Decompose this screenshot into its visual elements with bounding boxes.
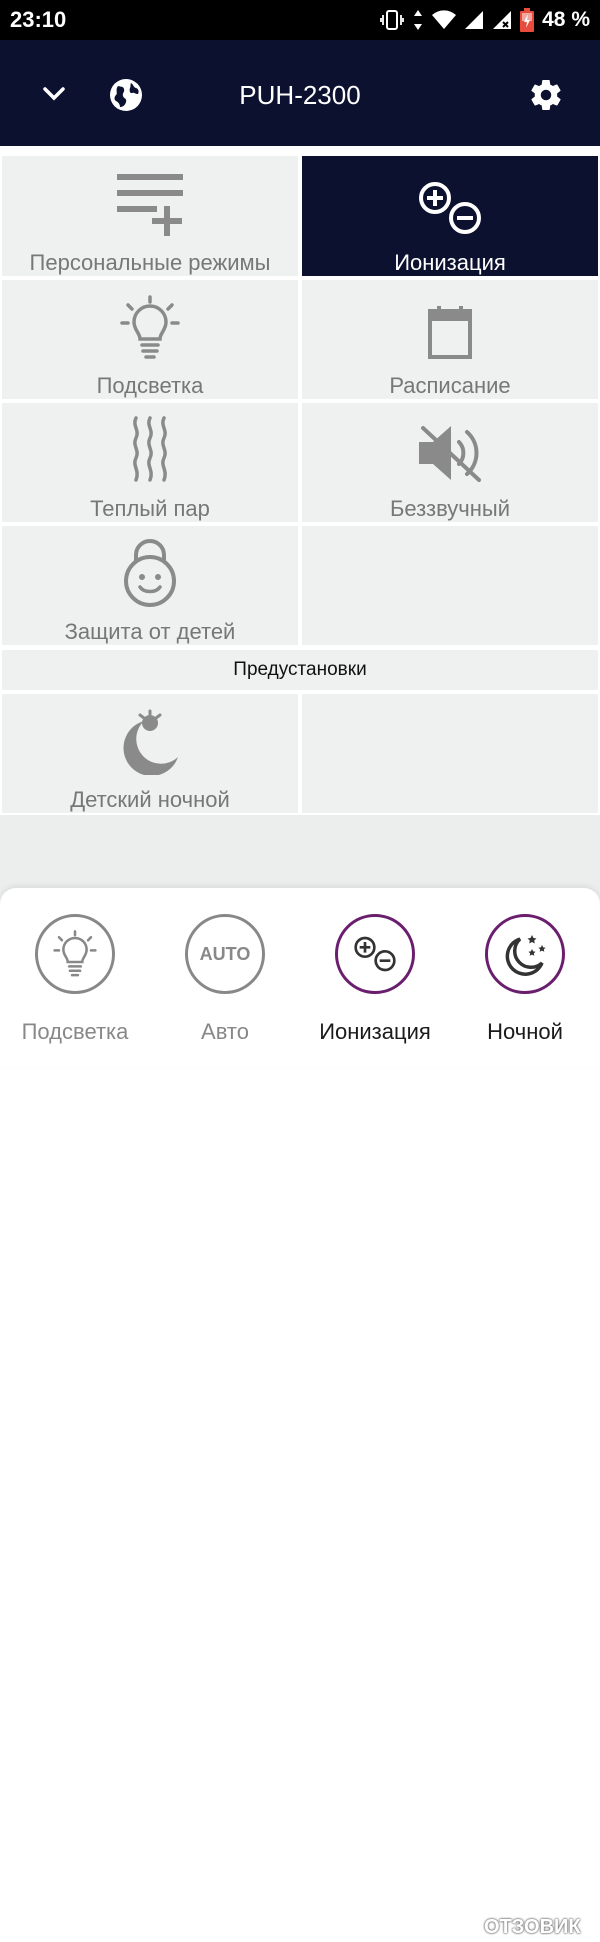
signal-icon: [465, 11, 484, 29]
tile-schedule[interactable]: Расписание: [302, 280, 598, 399]
data-arrows-icon: [414, 10, 423, 30]
mode-backlight[interactable]: Подсветка: [0, 888, 150, 1067]
function-grid: Персональные режимы Ионизация Подсветка …: [0, 152, 600, 814]
tile-empty: [302, 694, 598, 813]
tile-label: Защита от детей: [64, 619, 236, 644]
presets-header: Предустановки: [2, 650, 598, 690]
moon-stars-icon: [505, 935, 546, 976]
tile-silent[interactable]: Беззвучный: [302, 403, 598, 522]
tile-backlight[interactable]: Подсветка: [2, 280, 298, 399]
watermark-text: ОТЗОВИК: [484, 1915, 581, 1938]
mode-label: Ночной: [487, 1019, 563, 1044]
tile-personal-modes[interactable]: Персональные режимы: [2, 156, 298, 276]
tile-label: Персональные режимы: [29, 250, 271, 275]
tile-label: Расписание: [389, 373, 511, 398]
tile-label: Детский ночной: [70, 787, 230, 812]
wifi-icon: [432, 10, 457, 29]
app-header: PUH-2300: [0, 40, 600, 146]
tile-preset-child-night[interactable]: Детский ночной: [2, 694, 298, 813]
lightbulb-icon: [53, 930, 97, 977]
mute-icon: [419, 426, 481, 482]
tile-child-lock[interactable]: Защита от детей: [2, 526, 298, 645]
plus-minus-icon: [419, 182, 481, 234]
status-icons: 48 %: [380, 6, 590, 34]
tile-label: Ионизация: [394, 250, 506, 275]
settings-button[interactable]: [526, 75, 566, 115]
lightbulb-icon: [120, 295, 180, 359]
gear-icon: [531, 80, 561, 111]
mode-button[interactable]: [485, 914, 565, 994]
quick-modes-bar: Подсветка AUTO Авто Ионизация Ночной ОТЗ…: [0, 888, 600, 1942]
mode-night[interactable]: Ночной: [450, 888, 600, 1067]
auto-text-icon: AUTO: [199, 943, 251, 964]
playlist-add-icon: [117, 174, 183, 236]
tile-label: Теплый пар: [90, 496, 210, 521]
mode-button[interactable]: AUTO: [185, 914, 265, 994]
plus-minus-icon: [354, 936, 396, 972]
mode-label: Подсветка: [21, 1019, 129, 1044]
sleeping-child-moon-icon: [123, 709, 178, 775]
tile-label: Беззвучный: [389, 496, 511, 521]
page-title: PUH-2300: [239, 80, 361, 110]
signal-x-icon: [493, 11, 512, 29]
steam-icon: [133, 416, 167, 482]
battery-charging-icon: [520, 8, 535, 32]
tile-empty: [302, 526, 598, 645]
child-lock-icon: [124, 539, 176, 607]
mode-ionization[interactable]: Ионизация: [300, 888, 450, 1067]
status-bar: 23:10 48 %: [0, 0, 600, 40]
mode-button[interactable]: [335, 914, 415, 994]
mode-auto[interactable]: AUTO Авто: [150, 888, 300, 1067]
watermark-logo-icon: [450, 1912, 480, 1942]
tile-warm-steam[interactable]: Теплый пар: [2, 403, 298, 522]
vibrate-icon: [380, 10, 405, 30]
watermark: ОТЗОВИК: [450, 1912, 581, 1942]
mode-label: Ионизация: [319, 1019, 431, 1044]
mode-button[interactable]: [35, 914, 115, 994]
status-time: 23:10: [10, 7, 67, 32]
mode-label: Авто: [201, 1019, 249, 1044]
battery-percent: 48 %: [542, 8, 590, 31]
calendar-icon: [428, 306, 472, 359]
tile-label: Подсветка: [96, 373, 204, 398]
tile-ionization[interactable]: Ионизация: [302, 156, 598, 276]
